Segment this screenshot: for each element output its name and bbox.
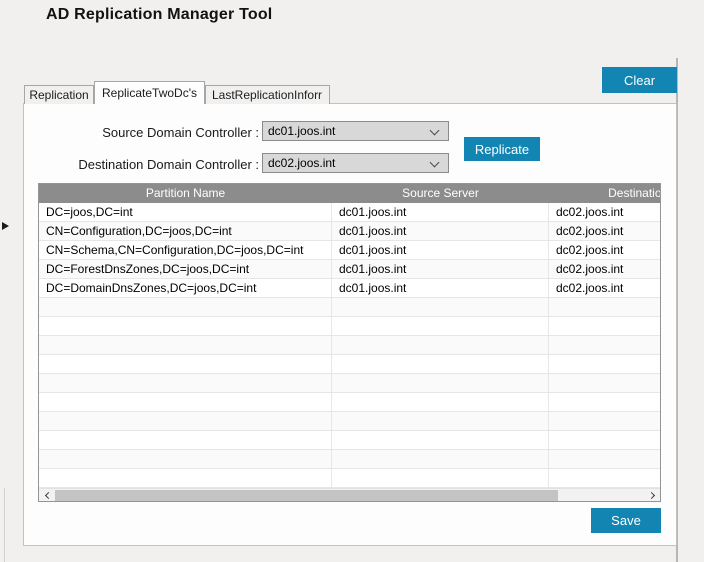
- cell-partition-name[interactable]: [39, 450, 332, 469]
- cell-destination-server[interactable]: [549, 431, 660, 450]
- cell-source-server[interactable]: dc01.joos.int: [332, 241, 549, 260]
- column-header-source-server[interactable]: Source Server: [332, 184, 549, 203]
- horizontal-scrollbar[interactable]: [39, 488, 660, 501]
- source-dc-label: Source Domain Controller :: [102, 125, 259, 140]
- cell-source-server[interactable]: [332, 374, 549, 393]
- cell-source-server[interactable]: [332, 469, 549, 488]
- cell-partition-name[interactable]: [39, 317, 332, 336]
- source-dc-selected-value: dc01.joos.int: [268, 124, 336, 138]
- table-row[interactable]: [39, 298, 660, 317]
- table-row[interactable]: CN=Configuration,DC=joos,DC=int dc01.joo…: [39, 222, 660, 241]
- tab-replication[interactable]: Replication: [24, 85, 94, 104]
- cell-partition-name[interactable]: CN=Configuration,DC=joos,DC=int: [39, 222, 332, 241]
- cell-destination-server[interactable]: [549, 393, 660, 412]
- app-title: AD Replication Manager Tool: [46, 6, 273, 23]
- table-row[interactable]: DC=ForestDnsZones,DC=joos,DC=int dc01.jo…: [39, 260, 660, 279]
- cell-partition-name[interactable]: [39, 469, 332, 488]
- destination-dc-select[interactable]: dc02.joos.int: [262, 153, 449, 173]
- destination-dc-selected-value: dc02.joos.int: [268, 156, 336, 170]
- cell-source-server[interactable]: dc01.joos.int: [332, 203, 549, 222]
- cell-partition-name[interactable]: [39, 336, 332, 355]
- table-row[interactable]: [39, 374, 660, 393]
- cell-partition-name[interactable]: DC=DomainDnsZones,DC=joos,DC=int: [39, 279, 332, 298]
- cell-source-server[interactable]: dc01.joos.int: [332, 260, 549, 279]
- cell-destination-server[interactable]: [549, 298, 660, 317]
- cell-destination-server[interactable]: [549, 336, 660, 355]
- scrollbar-thumb[interactable]: [55, 490, 558, 501]
- chevron-left-icon: [44, 491, 52, 499]
- chevron-down-icon: [429, 125, 440, 136]
- chevron-down-icon: [429, 157, 440, 168]
- cell-source-server[interactable]: dc01.joos.int: [332, 222, 549, 241]
- cell-partition-name[interactable]: [39, 298, 332, 317]
- clear-button[interactable]: Clear: [602, 67, 677, 93]
- cell-source-server[interactable]: [332, 412, 549, 431]
- dock-collapse-arrow-icon[interactable]: [2, 222, 9, 230]
- cell-source-server[interactable]: [332, 355, 549, 374]
- tab-replicate-two-dcs[interactable]: ReplicateTwoDc's: [94, 81, 205, 104]
- cell-source-server[interactable]: [332, 393, 549, 412]
- replicate-button[interactable]: Replicate: [464, 137, 540, 161]
- scroll-right-arrow-icon[interactable]: [645, 489, 659, 501]
- tab-last-replication-information[interactable]: LastReplicationInforr: [205, 85, 330, 104]
- cell-destination-server[interactable]: dc02.joos.int: [549, 222, 660, 241]
- cell-partition-name[interactable]: [39, 393, 332, 412]
- cell-destination-server[interactable]: dc02.joos.int: [549, 260, 660, 279]
- column-header-destination-server[interactable]: Destination Server: [549, 184, 660, 203]
- cell-partition-name[interactable]: DC=ForestDnsZones,DC=joos,DC=int: [39, 260, 332, 279]
- column-header-partition-name[interactable]: Partition Name: [39, 184, 332, 203]
- cell-destination-server[interactable]: dc02.joos.int: [549, 241, 660, 260]
- table-row[interactable]: [39, 317, 660, 336]
- cell-destination-server[interactable]: [549, 355, 660, 374]
- destination-dc-label: Destination Domain Controller :: [78, 157, 259, 172]
- cell-destination-server[interactable]: dc02.joos.int: [549, 203, 660, 222]
- table-row[interactable]: DC=joos,DC=int dc01.joos.int dc02.joos.i…: [39, 203, 660, 222]
- source-dc-select[interactable]: dc01.joos.int: [262, 121, 449, 141]
- window-left-edge: [4, 488, 5, 562]
- cell-destination-server[interactable]: [549, 469, 660, 488]
- table-row[interactable]: [39, 393, 660, 412]
- chevron-right-icon: [647, 491, 655, 499]
- cell-source-server[interactable]: [332, 298, 549, 317]
- cell-destination-server[interactable]: [549, 374, 660, 393]
- cell-partition-name[interactable]: [39, 431, 332, 450]
- cell-destination-server[interactable]: [549, 412, 660, 431]
- table-row[interactable]: [39, 469, 660, 488]
- cell-partition-name[interactable]: DC=joos,DC=int: [39, 203, 332, 222]
- table-row[interactable]: [39, 450, 660, 469]
- grid-body: DC=joos,DC=int dc01.joos.int dc02.joos.i…: [39, 203, 660, 488]
- partitions-grid: Partition Name Source Server Destination…: [38, 183, 661, 502]
- cell-destination-server[interactable]: [549, 317, 660, 336]
- cell-partition-name[interactable]: [39, 374, 332, 393]
- cell-source-server[interactable]: [332, 317, 549, 336]
- table-row[interactable]: CN=Schema,CN=Configuration,DC=joos,DC=in…: [39, 241, 660, 260]
- cell-partition-name[interactable]: [39, 355, 332, 374]
- table-row[interactable]: [39, 412, 660, 431]
- table-row[interactable]: [39, 355, 660, 374]
- save-button[interactable]: Save: [591, 508, 661, 533]
- table-row[interactable]: [39, 431, 660, 450]
- cell-partition-name[interactable]: [39, 412, 332, 431]
- cell-source-server[interactable]: [332, 450, 549, 469]
- cell-source-server[interactable]: [332, 431, 549, 450]
- cell-destination-server[interactable]: dc02.joos.int: [549, 279, 660, 298]
- cell-source-server[interactable]: dc01.joos.int: [332, 279, 549, 298]
- scroll-left-arrow-icon[interactable]: [40, 489, 54, 501]
- cell-destination-server[interactable]: [549, 450, 660, 469]
- table-row[interactable]: DC=DomainDnsZones,DC=joos,DC=int dc01.jo…: [39, 279, 660, 298]
- table-row[interactable]: [39, 336, 660, 355]
- grid-header-row: Partition Name Source Server Destination…: [39, 184, 660, 203]
- cell-source-server[interactable]: [332, 336, 549, 355]
- cell-partition-name[interactable]: CN=Schema,CN=Configuration,DC=joos,DC=in…: [39, 241, 332, 260]
